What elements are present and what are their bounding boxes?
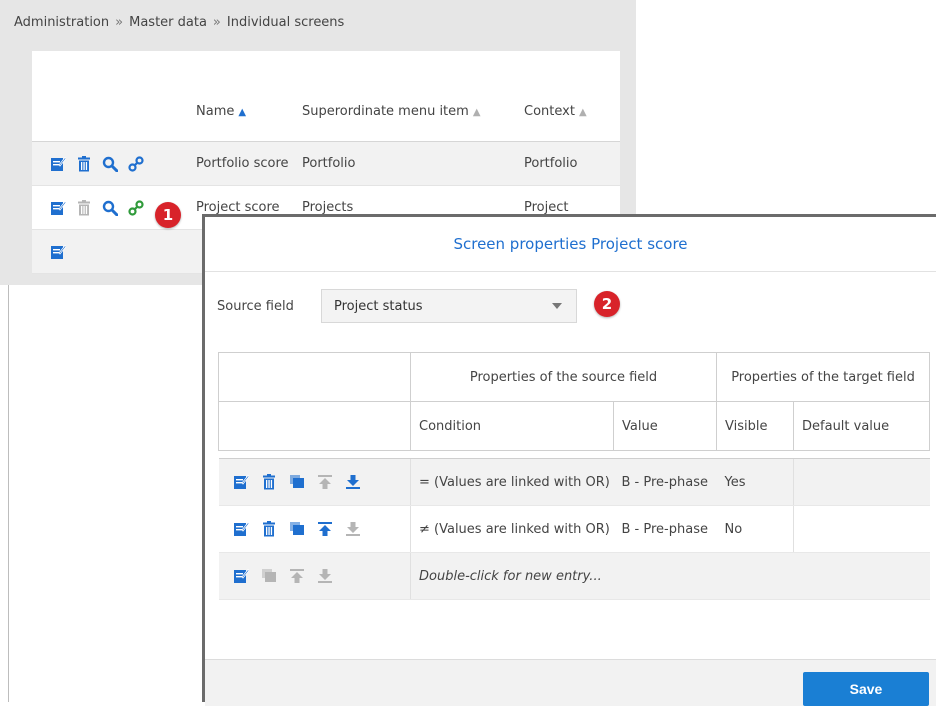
table-row[interactable]: = (Values are linked with OR) B - Pre-ph… bbox=[218, 458, 930, 506]
sort-icon[interactable]: ▲ bbox=[238, 107, 246, 118]
row-actions bbox=[218, 552, 411, 600]
properties-table: Properties of the source field Propertie… bbox=[218, 352, 931, 600]
cell-default bbox=[793, 505, 930, 553]
row-actions bbox=[218, 505, 411, 553]
copy-icon[interactable] bbox=[289, 521, 305, 537]
search-icon[interactable] bbox=[102, 200, 118, 216]
table-row[interactable]: Portfolio score Portfolio Portfolio bbox=[32, 141, 620, 186]
move-up-icon[interactable] bbox=[317, 521, 333, 537]
callout-badge-2: 2 bbox=[594, 291, 620, 317]
column-header-default: Default value bbox=[793, 401, 931, 451]
source-field-value: Project status bbox=[334, 298, 423, 314]
breadcrumb-separator: » bbox=[212, 15, 221, 30]
new-entry-hint[interactable]: Double-click for new entry... bbox=[409, 552, 930, 600]
screen-properties-dialog: Screen properties Project score Source f… bbox=[202, 214, 936, 706]
column-header-name[interactable]: Name ▲ bbox=[190, 51, 296, 142]
breadcrumb-separator: » bbox=[115, 15, 124, 30]
edit-icon[interactable] bbox=[50, 200, 66, 216]
link-icon[interactable] bbox=[128, 156, 144, 172]
edit-icon[interactable] bbox=[233, 474, 249, 490]
link-icon[interactable] bbox=[128, 200, 144, 216]
column-header-condition: Condition bbox=[410, 401, 614, 451]
trash-icon[interactable] bbox=[261, 474, 277, 490]
row-actions bbox=[32, 229, 190, 274]
dialog-title: Screen properties Project score bbox=[205, 217, 936, 272]
column-header-value: Value bbox=[612, 401, 718, 451]
source-field-select[interactable]: Project status bbox=[321, 289, 577, 323]
trash-icon[interactable] bbox=[76, 156, 92, 172]
sort-icon[interactable]: ▲ bbox=[579, 107, 587, 118]
callout-badge-1: 1 bbox=[155, 202, 181, 228]
move-up-icon bbox=[289, 568, 305, 584]
copy-icon bbox=[261, 568, 277, 584]
cell-condition: = (Values are linked with OR) bbox=[410, 458, 614, 506]
cell-condition: ≠ (Values are linked with OR) bbox=[410, 505, 614, 553]
cell-value: B - Pre-phase bbox=[613, 458, 717, 506]
chevron-down-icon bbox=[552, 303, 562, 309]
edit-icon[interactable] bbox=[233, 568, 249, 584]
move-down-icon bbox=[345, 521, 361, 537]
cell-context: Portfolio bbox=[518, 141, 620, 186]
cell-default bbox=[793, 458, 930, 506]
row-actions bbox=[218, 458, 411, 506]
trash-icon bbox=[76, 200, 92, 216]
cell-visible: No bbox=[716, 505, 794, 553]
column-header-visible: Visible bbox=[716, 401, 795, 451]
edit-icon[interactable] bbox=[50, 244, 66, 260]
cell-visible: Yes bbox=[716, 458, 794, 506]
save-button[interactable]: Save bbox=[803, 672, 929, 706]
edit-icon[interactable] bbox=[233, 521, 249, 537]
edit-icon[interactable] bbox=[50, 156, 66, 172]
dialog-footer: Save bbox=[205, 659, 936, 706]
breadcrumb-item-administration[interactable]: Administration bbox=[14, 15, 109, 30]
copy-icon[interactable] bbox=[289, 474, 305, 490]
group-header-target: Properties of the target field bbox=[716, 352, 931, 402]
table-row[interactable]: ≠ (Values are linked with OR) B - Pre-ph… bbox=[218, 505, 930, 553]
column-header-menu-item[interactable]: Superordinate menu item ▲ bbox=[296, 51, 518, 142]
cell-name: Portfolio score bbox=[190, 141, 296, 186]
source-field-label: Source field bbox=[217, 299, 294, 314]
group-header-source: Properties of the source field bbox=[409, 352, 718, 402]
breadcrumb-item-master-data[interactable]: Master data bbox=[129, 15, 207, 30]
breadcrumb-item-individual-screens: Individual screens bbox=[226, 15, 345, 30]
sort-icon[interactable]: ▲ bbox=[473, 107, 481, 118]
search-icon[interactable] bbox=[102, 156, 118, 172]
column-header-context[interactable]: Context ▲ bbox=[518, 51, 620, 142]
column-header-row: Condition Value Visible Default value bbox=[218, 401, 931, 451]
page-left-border bbox=[8, 285, 9, 702]
actions-header bbox=[32, 51, 190, 142]
move-down-icon bbox=[317, 568, 333, 584]
cell-value: B - Pre-phase bbox=[613, 505, 717, 553]
cell-menu-item: Portfolio bbox=[296, 141, 518, 186]
table-row-new[interactable]: Double-click for new entry... bbox=[218, 552, 930, 600]
trash-icon[interactable] bbox=[261, 521, 277, 537]
move-up-icon bbox=[317, 474, 333, 490]
row-actions bbox=[32, 141, 190, 186]
group-header-row: Properties of the source field Propertie… bbox=[218, 352, 931, 402]
breadcrumb: Administration » Master data » Individual sc… bbox=[14, 15, 344, 30]
move-down-icon[interactable] bbox=[345, 474, 361, 490]
screens-table-header: Name ▲ Superordinate menu item ▲ Context ▲ bbox=[32, 51, 620, 142]
